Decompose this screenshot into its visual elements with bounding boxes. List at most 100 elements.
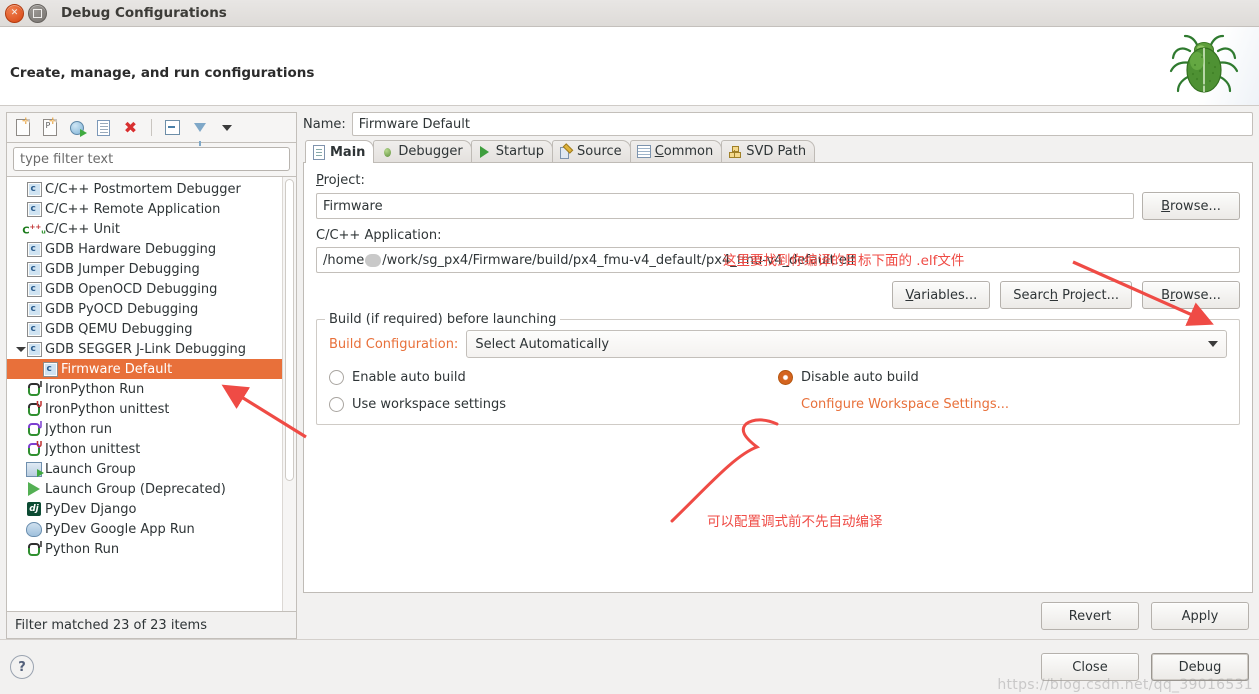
project-input[interactable]: Firmware: [316, 193, 1134, 219]
maximize-icon[interactable]: [28, 3, 47, 23]
tree-item-selected[interactable]: c Firmware Default: [7, 359, 282, 379]
help-icon[interactable]: ?: [10, 655, 34, 679]
tree-item[interactable]: c GDB Jumper Debugging: [7, 259, 282, 279]
duplicate-icon[interactable]: [94, 118, 113, 137]
build-configuration-value: Select Automatically: [475, 336, 610, 352]
tab-debugger[interactable]: Debugger: [373, 140, 472, 162]
tree-item-label: GDB OpenOCD Debugging: [45, 281, 218, 297]
python-unittest-icon: U: [26, 401, 43, 417]
tree-item-label: Python Run: [45, 541, 120, 557]
tree-item-label: GDB Hardware Debugging: [45, 241, 217, 257]
c-launch-icon: c: [42, 361, 58, 377]
tree-item-label: Jython unittest: [45, 441, 141, 457]
collapse-all-icon[interactable]: [163, 118, 182, 137]
filter-status: Filter matched 23 of 23 items: [6, 612, 297, 639]
build-group: Build (if required) before launching Bui…: [316, 312, 1240, 425]
build-configuration-select[interactable]: Select Automatically: [466, 330, 1227, 358]
tab-label: Main: [330, 144, 366, 160]
source-edit-icon: [559, 142, 574, 159]
tree-item-label: Launch Group: [45, 461, 136, 477]
filter-input[interactable]: [13, 147, 290, 171]
tab-common[interactable]: Common: [629, 140, 723, 162]
delete-icon[interactable]: ✖: [121, 118, 140, 137]
project-row: Firmware Browse...: [316, 192, 1240, 220]
application-path-prefix: /home: [323, 252, 365, 268]
title-bar: ✕ Debug Configurations: [0, 0, 1259, 27]
configure-workspace-settings-link[interactable]: Configure Workspace Settings...: [801, 397, 1009, 412]
radio-use-workspace-settings[interactable]: Use workspace settings: [329, 397, 778, 412]
table-icon: [636, 145, 651, 159]
new-configuration-icon[interactable]: ✛: [13, 118, 32, 137]
jython-run-icon: J: [26, 421, 43, 437]
tab-source[interactable]: Source: [552, 140, 631, 162]
django-icon: dj: [26, 501, 42, 517]
tree-item[interactable]: c GDB OpenOCD Debugging: [7, 279, 282, 299]
revert-button[interactable]: Revert: [1041, 602, 1139, 630]
new-prototype-icon[interactable]: P ✛: [40, 118, 59, 137]
tree-item-label: IronPython unittest: [45, 401, 170, 417]
radio-disable-auto-build[interactable]: Disable auto build: [778, 370, 1227, 385]
tab-startup[interactable]: Startup: [470, 140, 554, 162]
tree-item[interactable]: I Python Run: [7, 539, 282, 559]
filter-box: [6, 142, 297, 176]
play-icon: [26, 481, 42, 497]
tree-item[interactable]: U IronPython unittest: [7, 399, 282, 419]
tab-svd-path[interactable]: SVD Path: [721, 140, 816, 162]
tree-item[interactable]: Launch Group (Deprecated): [7, 479, 282, 499]
tree-item[interactable]: Launch Group: [7, 459, 282, 479]
project-label: Project:: [316, 173, 365, 188]
configuration-editor: Name: Firmware Default Main Debugger Start…: [303, 112, 1253, 639]
tree-item[interactable]: c GDB QEMU Debugging: [7, 319, 282, 339]
c-launch-icon: c: [26, 261, 42, 277]
tree-item-label: GDB PyOCD Debugging: [45, 301, 199, 317]
tree-item-label: GDB SEGGER J-Link Debugging: [45, 341, 247, 357]
tab-label: Debugger: [398, 144, 463, 159]
c-launch-icon: c: [26, 201, 42, 217]
jython-unittest-icon: U: [26, 441, 43, 457]
build-group-legend: Build (if required) before launching: [325, 312, 561, 327]
radio-label: Enable auto build: [352, 370, 466, 385]
tree-item[interactable]: c GDB SEGGER J-Link Debugging: [7, 339, 282, 359]
launch-group-icon: [26, 461, 44, 477]
tree-scrollbar[interactable]: [282, 177, 296, 611]
dialog-header: Create, manage, and run configurations: [0, 27, 1259, 106]
radio-enable-auto-build[interactable]: Enable auto build: [329, 370, 778, 385]
radio-label: Use workspace settings: [352, 397, 506, 412]
build-options: Enable auto build Disable auto build Use…: [329, 370, 1227, 412]
bug-icon: [1149, 27, 1259, 105]
page-title: Create, manage, and run configurations: [10, 65, 315, 81]
play-icon: [478, 145, 492, 159]
tree-item-label: Launch Group (Deprecated): [45, 481, 226, 497]
close-icon[interactable]: ✕: [5, 3, 24, 23]
name-input[interactable]: Firmware Default: [351, 112, 1253, 136]
search-project-button[interactable]: Search Project...: [1000, 281, 1132, 309]
view-menu-icon[interactable]: [217, 118, 236, 137]
application-browse-button[interactable]: Browse...: [1142, 281, 1240, 309]
tree-item[interactable]: I IronPython Run: [7, 379, 282, 399]
tab-bar: Main Debugger Startup Source Common SVD Path: [303, 140, 1253, 163]
tree-item-label: C/C++ Unit: [45, 221, 120, 237]
export-icon[interactable]: [67, 118, 87, 137]
filter-icon[interactable]: [190, 118, 209, 146]
tab-label: Source: [577, 144, 622, 159]
tree-item-label: Firmware Default: [61, 361, 173, 377]
apply-button[interactable]: Apply: [1151, 602, 1249, 630]
tree-item[interactable]: U Jython unittest: [7, 439, 282, 459]
tree-item[interactable]: c C/C++ Postmortem Debugger: [7, 179, 282, 199]
tree-item[interactable]: c C/C++ Remote Application: [7, 199, 282, 219]
radio-indicator: [329, 397, 344, 412]
tab-label: Common: [654, 144, 714, 159]
configurations-tree[interactable]: c C/C++ Postmortem Debugger c C/C++ Remote …: [7, 177, 282, 611]
tree-item[interactable]: c GDB PyOCD Debugging: [7, 299, 282, 319]
tree-item[interactable]: J Jython run: [7, 419, 282, 439]
project-browse-button[interactable]: Browse...: [1142, 192, 1240, 220]
tree-item[interactable]: dj PyDev Django: [7, 499, 282, 519]
twisty-expanded-icon[interactable]: [15, 347, 26, 352]
tree-item[interactable]: c GDB Hardware Debugging: [7, 239, 282, 259]
configurations-tree-wrap: c C/C++ Postmortem Debugger c C/C++ Remote …: [6, 176, 297, 612]
tree-item[interactable]: PyDev Google App Run: [7, 519, 282, 539]
variables-button[interactable]: Variables...: [892, 281, 991, 309]
tree-item[interactable]: C++ᵤ C/C++ Unit: [7, 219, 282, 239]
tab-main[interactable]: Main: [305, 140, 375, 163]
tree-scrollbar-thumb[interactable]: [285, 179, 294, 481]
